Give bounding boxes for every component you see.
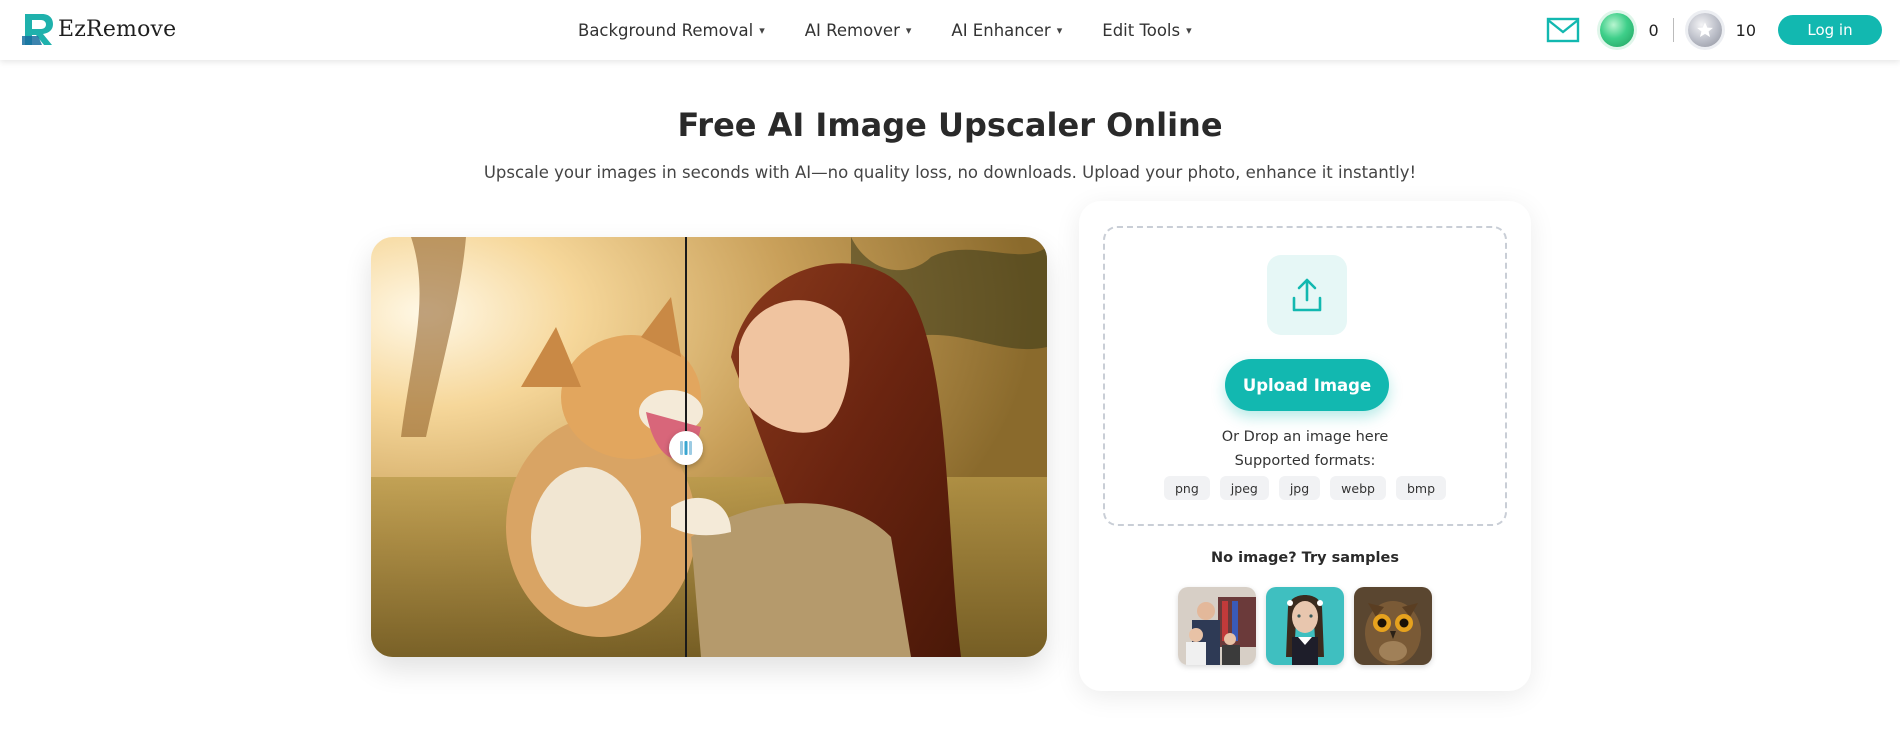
main-nav: Background Removal ▾ AI Remover ▾ AI Enh… [578,0,1232,60]
nav-edit-tools[interactable]: Edit Tools ▾ [1102,21,1191,40]
nav-ai-remover[interactable]: AI Remover ▾ [805,21,912,40]
divider [1672,18,1674,42]
top-navbar: EzRemove Background Removal ▾ AI Remover… [0,0,1900,60]
before-after-comparison[interactable] [371,237,1047,657]
page-subtitle: Upscale your images in seconds with AI—n… [483,163,1417,182]
account-tools: 0 10 Log in [1546,0,1882,60]
chevron-down-icon: ▾ [905,23,912,37]
logo-icon [22,14,53,45]
logo[interactable]: EzRemove [22,12,176,47]
upload-arrow-icon [1292,278,1322,312]
samples-title: No image? Try samples [1211,550,1399,566]
login-button[interactable]: Log in [1778,15,1882,45]
sample-list [1178,587,1442,665]
format-badge: bmp [1395,476,1447,500]
upload-icon[interactable] [1267,255,1347,335]
nav-label: AI Enhancer [951,20,1051,40]
green-credit-count: 0 [1648,20,1659,40]
comparison-image [371,237,1047,657]
nav-label: AI Remover [804,20,900,40]
sample-family-image [1178,587,1256,665]
silver-credit-count: 10 [1735,20,1756,40]
chevron-down-icon: ▾ [759,23,765,37]
green-coin-icon[interactable] [1600,13,1635,47]
format-badge: webp [1330,476,1386,500]
upload-card: Upload Image Or Drop an image here Suppo… [1079,201,1531,691]
upload-image-button[interactable]: Upload Image [1225,359,1389,411]
nav-label: Edit Tools [1102,20,1181,40]
silver-coin-icon[interactable] [1687,13,1722,47]
brand-name: EzRemove [58,17,177,42]
format-badge: jpeg [1219,476,1269,500]
sample-owl[interactable] [1354,587,1432,665]
chevron-down-icon: ▾ [1056,23,1063,37]
mail-icon[interactable] [1546,16,1580,44]
formats-list: png jpeg jpg webp bmp [1105,476,1505,500]
formats-label: Supported formats: [1234,453,1376,469]
sample-girl-image [1266,587,1344,665]
chevron-down-icon: ▾ [1186,23,1192,37]
page-title: Free AI Image Upscaler Online [677,106,1223,144]
sample-owl-image [1354,587,1432,665]
format-badge: png [1163,476,1210,500]
nav-background-removal[interactable]: Background Removal ▾ [578,21,765,40]
sample-girl-braids[interactable] [1266,587,1344,665]
drop-hint: Or Drop an image here [1221,429,1389,445]
handle-bars [680,441,692,455]
drop-zone[interactable]: Upload Image Or Drop an image here Suppo… [1103,226,1507,526]
star-icon [1696,22,1713,38]
nav-ai-enhancer[interactable]: AI Enhancer ▾ [951,21,1062,40]
slider-handle-icon[interactable] [669,431,703,465]
format-badge: jpg [1278,476,1321,500]
nav-label: Background Removal [578,20,754,40]
sample-family[interactable] [1178,587,1256,665]
